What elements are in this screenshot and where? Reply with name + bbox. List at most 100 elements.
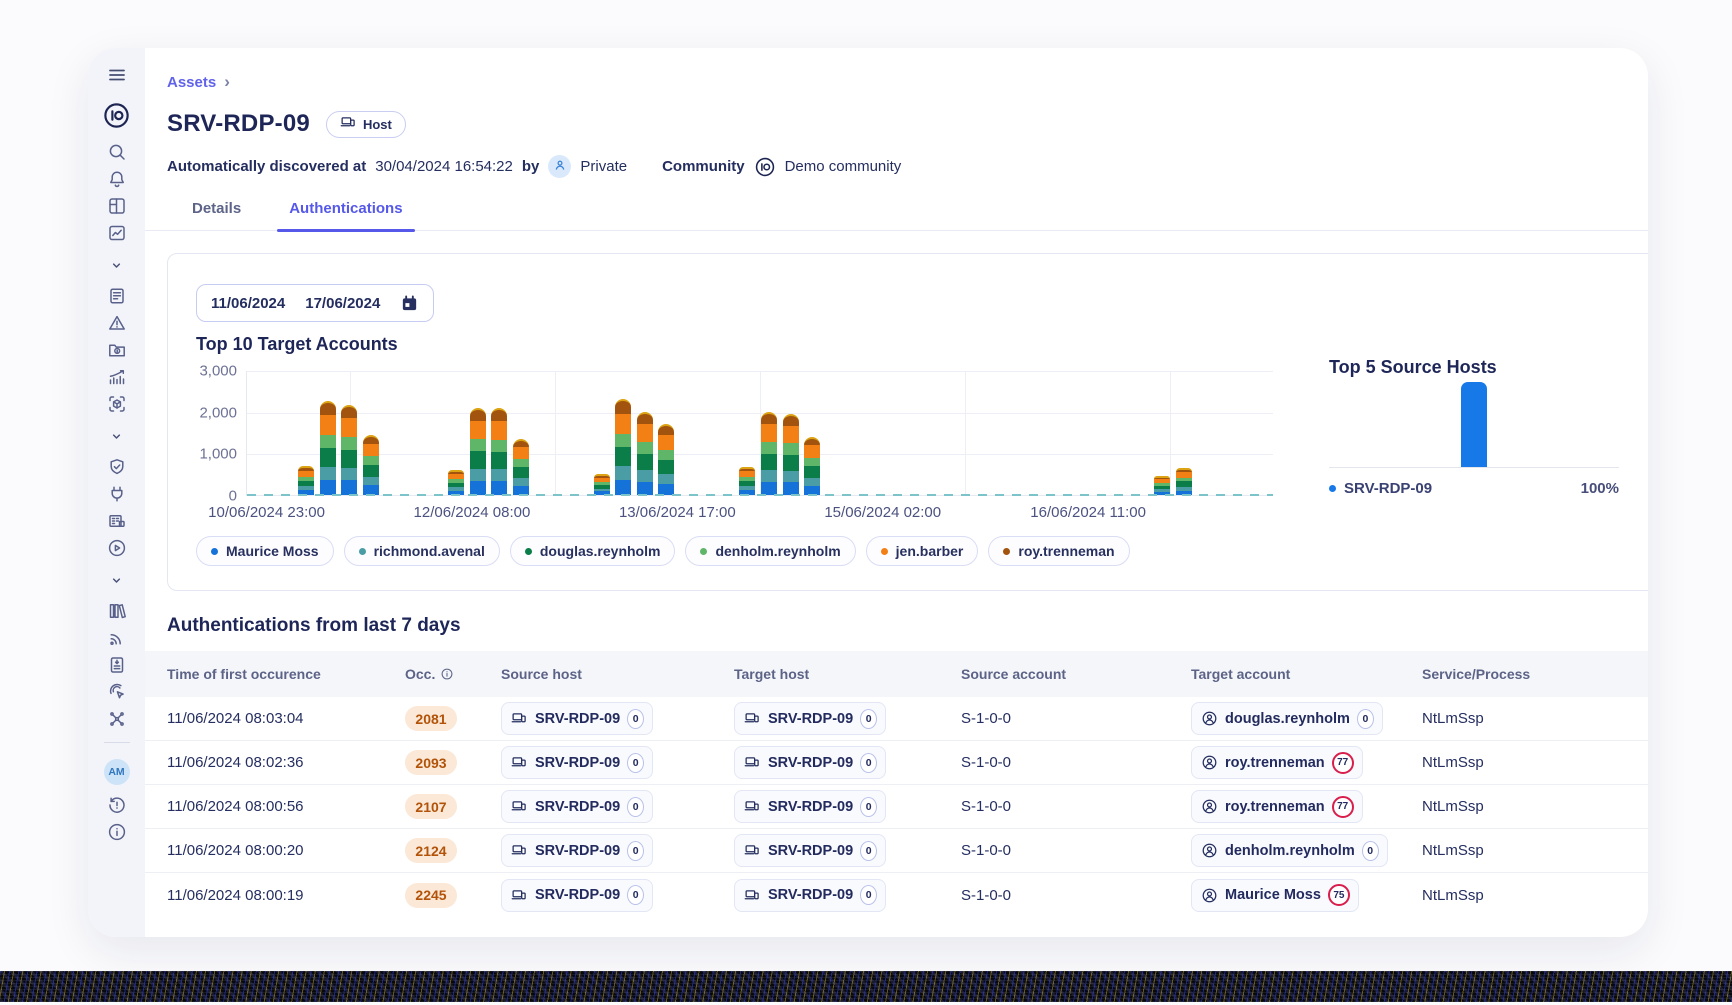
occurrence-badge: 2107 xyxy=(405,794,457,819)
sidebar-folder-info-icon[interactable] xyxy=(88,336,145,363)
legend-chip[interactable]: roy.trenneman xyxy=(988,536,1129,566)
target-host-chip[interactable]: SRV-RDP-090 xyxy=(734,790,886,823)
target-account-chip[interactable]: Maurice Moss75 xyxy=(1191,879,1359,912)
screen-noise-strip xyxy=(0,971,1732,1002)
date-range-picker[interactable]: 11/06/2024 17/06/2024 xyxy=(196,284,434,322)
top-source-hosts-chart: Top 5 Source Hosts SRV-RDP-09 100% xyxy=(1329,357,1629,566)
y-axis-tick: 0 xyxy=(229,488,237,505)
stacked-bar[interactable] xyxy=(298,466,314,495)
stacked-bar[interactable] xyxy=(1154,476,1170,495)
target-account-chip[interactable]: denholm.reynholm0 xyxy=(1191,834,1388,867)
legend-row: Maurice Moss richmond.avenal douglas.reynh… xyxy=(196,536,1273,566)
target-host-chip[interactable]: SRV-RDP-090 xyxy=(734,746,886,779)
sidebar-report-icon[interactable] xyxy=(88,282,145,309)
stacked-bar[interactable] xyxy=(513,439,529,495)
legend-chip[interactable]: richmond.avenal xyxy=(344,536,500,566)
table-row[interactable]: 11/06/2024 08:02:362093SRV-RDP-090SRV-RD… xyxy=(145,741,1648,785)
tab-authentications[interactable]: Authentications xyxy=(277,200,414,230)
stacked-bar[interactable] xyxy=(615,399,631,495)
target-accounts-chart-title: Top 10 Target Accounts xyxy=(196,334,1273,355)
sidebar-grid-icon[interactable] xyxy=(88,192,145,219)
table-row[interactable]: 11/06/2024 08:00:202124SRV-RDP-090SRV-RD… xyxy=(145,829,1648,873)
x-axis-tick: 15/06/2024 02:00 xyxy=(824,504,941,521)
cell-occ: 2107 xyxy=(397,794,493,819)
stacked-bar[interactable] xyxy=(341,405,357,495)
source-host-chip[interactable]: SRV-RDP-090 xyxy=(501,834,653,867)
source-host-chip[interactable]: SRV-RDP-090 xyxy=(501,746,653,779)
sidebar-play-circle-icon[interactable] xyxy=(88,534,145,561)
info-icon[interactable] xyxy=(440,667,454,681)
bar-segment xyxy=(491,481,507,495)
stacked-bar[interactable] xyxy=(470,408,486,495)
stacked-bar[interactable] xyxy=(783,414,799,495)
sidebar-warning-icon[interactable] xyxy=(88,309,145,336)
sidebar-tap-icon[interactable] xyxy=(88,678,145,705)
sidebar-logo-icon[interactable] xyxy=(88,96,145,134)
cell-service: NtLmSsp xyxy=(1414,842,1648,859)
sidebar-scan-cube-icon[interactable] xyxy=(88,390,145,417)
sidebar-library-icon[interactable] xyxy=(88,597,145,624)
sidebar-monitor-chart-icon[interactable] xyxy=(88,219,145,246)
legend-chip[interactable]: Maurice Moss xyxy=(196,536,334,566)
sidebar-shield-check-icon[interactable] xyxy=(88,453,145,480)
stacked-bar[interactable] xyxy=(363,435,379,495)
authentications-chart-panel: 11/06/2024 17/06/2024 Top 10 Target Acco… xyxy=(167,253,1648,591)
sidebar-network-icon[interactable] xyxy=(88,705,145,732)
tab-details[interactable]: Details xyxy=(180,200,253,230)
sidebar-info-icon[interactable] xyxy=(88,818,145,845)
stacked-bar[interactable] xyxy=(658,424,674,495)
sidebar-building-icon[interactable] xyxy=(88,507,145,534)
bar-segment xyxy=(513,459,529,467)
sidebar-menu-icon[interactable] xyxy=(88,60,145,90)
source-host-bar[interactable] xyxy=(1461,382,1487,467)
source-host-chip[interactable]: SRV-RDP-090 xyxy=(501,790,653,823)
main-content: Assets › SRV-RDP-09 Host Automatically d… xyxy=(145,48,1648,937)
stacked-bar[interactable] xyxy=(739,467,755,495)
legend-chip[interactable]: jen.barber xyxy=(866,536,979,566)
sidebar-chevron-down-icon[interactable] xyxy=(88,425,145,447)
sidebar-history-icon[interactable] xyxy=(88,791,145,818)
table-row[interactable]: 11/06/2024 08:00:562107SRV-RDP-090SRV-RD… xyxy=(145,785,1648,829)
person-circle-icon xyxy=(1201,887,1218,904)
stacked-bar[interactable] xyxy=(320,401,336,495)
stacked-bar[interactable] xyxy=(804,437,820,495)
person-circle-icon xyxy=(1201,798,1218,815)
stacked-bar[interactable] xyxy=(761,412,777,495)
owner-avatar[interactable] xyxy=(548,155,571,178)
sidebar-plug-icon[interactable] xyxy=(88,480,145,507)
sidebar-bell-icon[interactable] xyxy=(88,165,145,192)
sidebar-search-icon[interactable] xyxy=(88,138,145,165)
target-host-chip[interactable]: SRV-RDP-090 xyxy=(734,834,886,867)
target-account-chip[interactable]: roy.trenneman77 xyxy=(1191,790,1363,823)
sidebar-document-icon[interactable] xyxy=(88,651,145,678)
sidebar-chevron-down-icon[interactable] xyxy=(88,254,145,276)
sidebar-rss-icon[interactable] xyxy=(88,624,145,651)
legend-chip[interactable]: douglas.reynholm xyxy=(510,536,676,566)
bar-segment xyxy=(341,468,357,481)
bar-segment xyxy=(320,435,336,448)
sidebar-chevron-down-icon[interactable] xyxy=(88,569,145,591)
legend-chip[interactable]: denholm.reynholm xyxy=(685,536,855,566)
stacked-bar[interactable] xyxy=(594,474,610,495)
target-account-chip[interactable]: roy.trenneman77 xyxy=(1191,746,1363,779)
laptop-icon xyxy=(511,798,528,815)
stacked-bar[interactable] xyxy=(1176,468,1192,495)
sidebar-stats-icon[interactable] xyxy=(88,363,145,390)
table-row[interactable]: 11/06/2024 08:03:042081SRV-RDP-090SRV-RD… xyxy=(145,697,1648,741)
user-avatar[interactable]: AM xyxy=(104,759,130,785)
cell-target-account: roy.trenneman77 xyxy=(1183,746,1414,779)
source-host-chip[interactable]: SRV-RDP-090 xyxy=(501,879,653,912)
stacked-bar[interactable] xyxy=(448,470,464,495)
cell-source-account: S-1-0-0 xyxy=(953,842,1183,859)
breadcrumb-assets-link[interactable]: Assets xyxy=(167,74,216,91)
target-host-chip[interactable]: SRV-RDP-090 xyxy=(734,879,886,912)
occurrence-badge: 2093 xyxy=(405,750,457,775)
table-row[interactable]: 11/06/2024 08:00:192245SRV-RDP-090SRV-RD… xyxy=(145,873,1648,917)
target-account-chip[interactable]: douglas.reynholm0 xyxy=(1191,702,1383,735)
target-host-chip[interactable]: SRV-RDP-090 xyxy=(734,702,886,735)
stacked-bar[interactable] xyxy=(637,412,653,495)
date-range-end: 17/06/2024 xyxy=(305,295,380,312)
stacked-bar[interactable] xyxy=(491,408,507,495)
sidebar: AM xyxy=(88,48,145,937)
source-host-chip[interactable]: SRV-RDP-090 xyxy=(501,702,653,735)
